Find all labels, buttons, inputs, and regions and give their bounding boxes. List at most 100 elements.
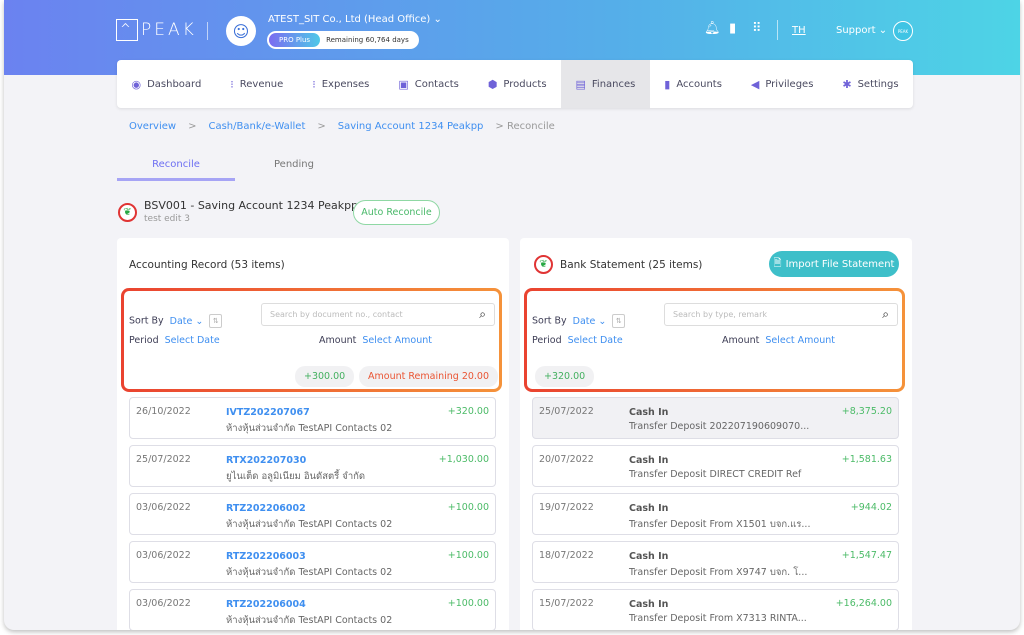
breadcrumb-account[interactable]: Saving Account 1234 Peakpp: [338, 121, 484, 132]
divider: [207, 22, 208, 40]
peak-logo[interactable]: ^ PEAK: [116, 19, 197, 41]
nav-item-expenses[interactable]: ⁝ Expenses: [298, 60, 384, 108]
row-amount: +16,264.00: [835, 598, 892, 609]
nav-item-privileges[interactable]: ◀ Privileges: [736, 60, 827, 108]
select-date-link[interactable]: Select Date: [165, 335, 220, 346]
user-avatar[interactable]: PEAK: [893, 21, 913, 41]
nav-label: Expenses: [321, 78, 370, 90]
bank-logo-icon: ❦: [118, 203, 137, 222]
support-menu[interactable]: Support ⌄: [836, 25, 887, 36]
bank-statement-row[interactable]: 15/07/2022 Cash In Transfer Deposit From X…: [532, 589, 899, 630]
transaction-type: Cash In: [629, 503, 669, 514]
search-input[interactable]: [673, 310, 883, 319]
tab-reconcile[interactable]: Reconcile: [117, 159, 235, 181]
accounting-record-row[interactable]: 03/06/2022 RTZ202206003 ห้างหุ้นส่วนจำกัด …: [129, 541, 496, 583]
nav-label: Accounts: [676, 78, 722, 90]
document-link[interactable]: IVTZ202207067: [226, 407, 310, 418]
search-icon[interactable]: ⌕: [479, 307, 486, 322]
row-description: Transfer Deposit 202207190609070...: [629, 421, 810, 432]
row-description: Transfer Deposit From X9747 บจก. โ...: [629, 567, 808, 578]
selected-total: +300.00: [295, 366, 355, 387]
period-label: Period: [129, 335, 159, 346]
row-date: 03/06/2022: [136, 550, 191, 561]
select-date-link[interactable]: Select Date: [568, 335, 623, 346]
main-nav: ◉ Dashboard ⁝ Revenue ⁝ Expenses ▣ Contacts ⬢ Pro…: [117, 60, 913, 108]
sort-label: Sort By: [129, 315, 164, 327]
help-book-icon[interactable]: ▮: [729, 21, 736, 36]
account-subtitle: test edit 3: [144, 214, 191, 224]
nav-item-products[interactable]: ⬢ Products: [473, 60, 561, 108]
row-amount: +1,030.00: [438, 454, 489, 465]
breadcrumb: Overview > Cash/Bank/e-Wallet > Saving Acc…: [129, 121, 555, 132]
document-link[interactable]: RTZ202206004: [226, 599, 306, 610]
sort-order-icon[interactable]: ⇅: [612, 314, 626, 328]
row-amount: +1,581.63: [841, 454, 892, 465]
nav-item-finances[interactable]: ▤ Finances: [561, 60, 650, 108]
accounting-record-panel: Accounting Record (53 items) Sort By Date…: [117, 238, 509, 630]
accounting-record-row[interactable]: 03/06/2022 RTZ202206004 ห้างหุ้นส่วนจำกัด …: [129, 589, 496, 630]
transaction-type: Cash In: [629, 551, 669, 562]
bank-statement-row[interactable]: 20/07/2022 Cash In Transfer Deposit DIRECT…: [532, 445, 899, 487]
breadcrumb-cash-bank[interactable]: Cash/Bank/e-Wallet: [208, 121, 305, 132]
bank-logo-icon: ❦: [534, 255, 553, 274]
bank-statement-row[interactable]: 25/07/2022 Cash In Transfer Deposit 202207…: [532, 397, 899, 439]
sort-order-icon[interactable]: ⇅: [209, 314, 223, 328]
plan-badge: PRO Plus Remaining 60,764 days: [267, 31, 419, 49]
nav-item-contacts[interactable]: ▣ Contacts: [384, 60, 473, 108]
accounting-record-row[interactable]: 26/10/2022 IVTZ202207067 ห้างหุ้นส่วนจำกัด…: [129, 397, 496, 439]
sort-dropdown[interactable]: Date ⌄: [573, 316, 607, 327]
settings-icon: ✱: [842, 77, 852, 91]
selected-total: +320.00: [535, 366, 595, 387]
period-label: Period: [532, 335, 562, 346]
divider: [777, 20, 778, 40]
document-link[interactable]: RTX202207030: [226, 455, 306, 466]
auto-reconcile-button[interactable]: Auto Reconcile: [353, 200, 440, 225]
company-selector[interactable]: ATEST_SIT Co., Ltd (Head Office) ⌄: [268, 14, 442, 25]
sort-dropdown[interactable]: Date ⌄: [170, 316, 204, 327]
sort-label: Sort By: [532, 315, 567, 327]
bank-statement-row[interactable]: 18/07/2022 Cash In Transfer Deposit From X…: [532, 541, 899, 583]
row-amount: +100.00: [447, 502, 489, 513]
search-icon[interactable]: ⌕: [882, 307, 889, 322]
nav-label: Finances: [591, 78, 636, 90]
expenses-icon: ⁝: [312, 77, 316, 91]
nav-label: Contacts: [414, 78, 459, 90]
nav-item-revenue[interactable]: ⁝ Revenue: [216, 60, 298, 108]
panel-title: Accounting Record (53 items): [129, 259, 285, 271]
app-window: ^ PEAK ☺ ATEST_SIT Co., Ltd (Head Office)…: [4, 0, 1020, 630]
nav-item-dashboard[interactable]: ◉ Dashboard: [117, 60, 216, 108]
row-amount: +320.00: [447, 406, 489, 417]
language-toggle[interactable]: TH: [792, 25, 806, 36]
apps-grid-icon[interactable]: ⠿: [752, 21, 762, 36]
nav-label: Products: [503, 78, 547, 90]
row-date: 20/07/2022: [539, 454, 594, 465]
bank-statement-row[interactable]: 19/07/2022 Cash In Transfer Deposit From X…: [532, 493, 899, 535]
accounts-icon: ▮: [664, 77, 671, 91]
company-avatar[interactable]: ☺: [226, 16, 256, 46]
products-icon: ⬢: [487, 77, 498, 91]
row-description: ห้างหุ้นส่วนจำกัด TestAPI Contacts 02: [226, 567, 393, 578]
row-description: ห้างหุ้นส่วนจำกัด TestAPI Contacts 02: [226, 615, 393, 626]
account-title: BSV001 - Saving Account 1234 Peakpp: [144, 199, 359, 212]
row-date: 26/10/2022: [136, 406, 191, 417]
nav-item-settings[interactable]: ✱ Settings: [828, 60, 913, 108]
amount-label: Amount: [319, 335, 357, 346]
row-description: Transfer Deposit From X7313 RINTA...: [629, 613, 807, 624]
row-description: ยูไนเต็ด อลูมิเนียม อินดัสตรี้ จำกัด: [226, 471, 366, 482]
bell-icon[interactable]: 🔔︎: [704, 21, 721, 36]
search-field: ⌕: [664, 303, 898, 326]
document-link[interactable]: RTZ202206003: [226, 551, 306, 562]
nav-item-accounts[interactable]: ▮ Accounts: [650, 60, 737, 108]
select-amount-link[interactable]: Select Amount: [765, 335, 835, 346]
accounting-record-row[interactable]: 03/06/2022 RTZ202206002 ห้างหุ้นส่วนจำกัด …: [129, 493, 496, 535]
import-file-statement-button[interactable]: 🗎︎ Import File Statement: [769, 251, 899, 277]
filter-box: Sort By Date ⌄ ⇅ ⌕ Period Select Date Amoun…: [121, 288, 502, 392]
select-amount-link[interactable]: Select Amount: [362, 335, 432, 346]
document-link[interactable]: RTZ202206002: [226, 503, 306, 514]
tab-pending[interactable]: Pending: [235, 159, 353, 181]
nav-label: Settings: [857, 78, 899, 90]
nav-label: Privileges: [765, 78, 814, 90]
accounting-record-row[interactable]: 25/07/2022 RTX202207030 ยูไนเต็ด อลูมิเนีย…: [129, 445, 496, 487]
breadcrumb-overview[interactable]: Overview: [129, 121, 176, 132]
search-input[interactable]: [270, 310, 480, 319]
